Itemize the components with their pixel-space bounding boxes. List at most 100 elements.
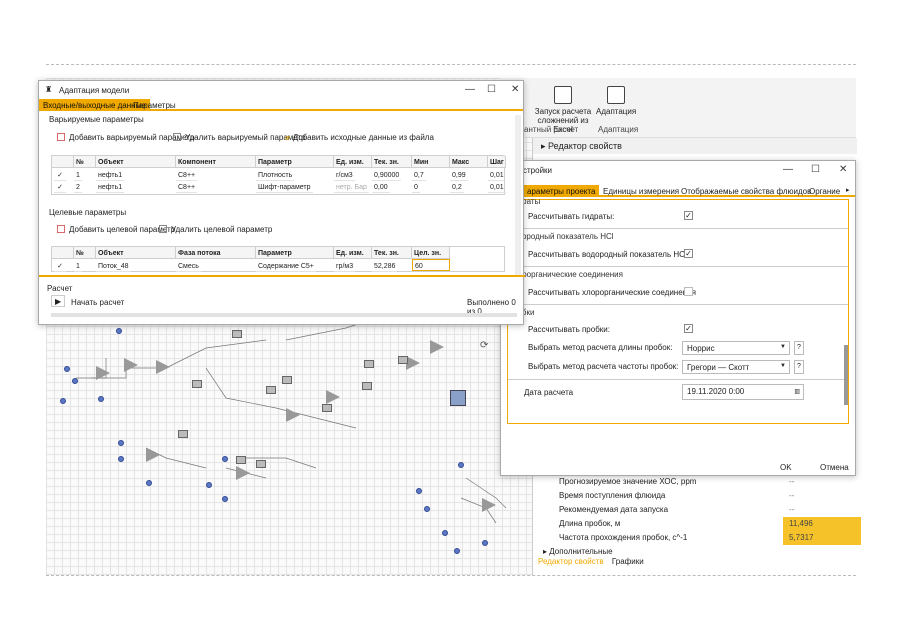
varied-group-title: Варьируемые параметры [49,115,144,124]
source-node[interactable] [64,366,70,372]
source-node[interactable] [482,540,488,546]
minimize-icon[interactable]: — [465,84,475,95]
scrollbar[interactable] [515,115,521,275]
mixer-block[interactable] [156,360,170,374]
pipe-block[interactable] [282,376,292,384]
source-node[interactable] [118,440,124,446]
add-target-button[interactable]: Добавить целевой параметр [57,225,175,234]
close-icon[interactable]: ✕ [511,84,519,95]
adaptation-button[interactable]: Адаптация [596,86,636,116]
freq-method-select[interactable]: Грегори — Скотт ▼ [682,360,790,374]
pipe-block[interactable] [192,380,202,388]
calc-org-checkbox[interactable] [684,287,693,296]
mixer-block[interactable] [124,358,138,372]
chevron-down-icon: ▼ [780,363,786,369]
tab-units[interactable]: Единицы измерения [599,185,683,197]
minimize-icon[interactable]: — [783,164,793,175]
source-node[interactable] [222,456,228,462]
property-editor-title: ▸ Редактор свойств [533,138,857,154]
calc-date-input[interactable]: 19.11.2020 0:00 ▥ [682,384,804,400]
settings-content: идраты Рассчитывать гидраты: ✓ одородный… [507,197,849,424]
property-row[interactable]: Прогнозируемое значение ХОС, ppm -- [541,475,851,489]
source-node[interactable] [98,396,104,402]
source-node[interactable] [72,378,78,384]
maximize-icon[interactable]: ☐ [487,84,496,95]
mixer-block[interactable] [146,448,160,462]
len-method-select[interactable]: Норрис ▼ [682,341,790,355]
pipe-block[interactable] [398,356,408,364]
tab-more[interactable]: Органие [805,185,844,197]
attach-icon: ⌀ [285,133,290,142]
mixer-block[interactable] [482,498,496,512]
adaptation-dialog: ♜ Адаптация модели — ☐ ✕ Входные/выходны… [38,80,525,325]
row-checkbox[interactable]: ✓ [54,169,66,181]
target-group-title: Целевые параметры [49,208,127,217]
target-table: № Объект Фаза потока Параметр Ед. изм. Т… [51,246,505,272]
pipe-block[interactable] [364,360,374,368]
ok-button[interactable]: OK [780,463,792,472]
property-row[interactable]: Рекомендуемая дата запуска -- [541,503,851,517]
calc-org-label: Рассчитывать хлорорганические соединения [528,288,696,297]
calc-hydrates-label: Рассчитывать гидраты: [528,212,615,221]
row-checkbox[interactable]: ✓ [54,181,66,193]
mixer-block[interactable] [430,340,444,354]
source-node[interactable] [454,548,460,554]
cancel-button[interactable]: Отмена [820,463,849,472]
source-node[interactable] [442,530,448,536]
mixer-block[interactable] [406,356,420,370]
settings-dialog: стройки — ☐ ✕ араметры проекта Единицы и… [500,160,856,476]
source-node[interactable] [222,496,228,502]
property-row[interactable]: Частота прохождения пробок, с^-1 5,7317 [541,531,861,545]
divider [508,379,848,380]
mixer-block[interactable] [236,466,250,480]
maximize-icon[interactable]: ☐ [811,164,820,175]
scrollbar[interactable] [844,345,848,405]
pipe-block[interactable] [232,330,242,338]
delete-target-button[interactable]: Удалить целевой параметр [159,225,272,234]
selected-block[interactable] [450,390,466,406]
play-button[interactable]: ▶ [51,295,65,307]
tab-fluid-props[interactable]: Отображаемые свойства флюидов [677,185,815,197]
scroll-right-icon[interactable]: ▸ [846,186,850,194]
pipe-block[interactable] [178,430,188,438]
tab-project-params[interactable]: араметры проекта [523,185,600,197]
property-row[interactable]: Длина пробок, м 11,496 [541,517,861,531]
settings-tabs: араметры проекта Единицы измерения Отобр… [501,185,855,197]
calc-hcl-checkbox[interactable]: ✓ [684,249,693,258]
source-node[interactable] [118,456,124,462]
add-from-file-button[interactable]: ⌀ Добавить исходные данные из файла [285,133,434,142]
refresh-icon[interactable]: ⟳ [480,340,488,351]
calc-hydrates-checkbox[interactable]: ✓ [684,211,693,220]
mixer-block[interactable] [326,390,340,404]
tab-property-editor[interactable]: Редактор свойств [538,557,604,566]
row-checkbox[interactable]: ✓ [54,260,66,272]
source-node[interactable] [116,328,122,334]
source-node[interactable] [146,480,152,486]
len-method-help-button[interactable]: ? [794,341,804,355]
calc-plugs-checkbox[interactable]: ✓ [684,324,693,333]
source-node[interactable] [458,462,464,468]
pipe-block[interactable] [322,404,332,412]
pipe-block[interactable] [362,382,372,390]
source-node[interactable] [416,488,422,494]
property-row[interactable]: Время поступления флюида -- [541,489,851,503]
source-node[interactable] [206,482,212,488]
tab-parameters[interactable]: Параметры [129,99,180,111]
source-node[interactable] [60,398,66,404]
pipe-block[interactable] [266,386,276,394]
calendar-icon: ▥ [794,389,800,395]
source-node[interactable] [424,506,430,512]
mixer-block[interactable] [96,366,110,380]
target-value-input[interactable]: 60 [412,259,450,271]
varied-table: № Объект Компонент Параметр Ед. изм. Тек… [51,155,506,195]
play-icon: ▶ [55,297,62,306]
ribbon: Запуск расчета сложнений из Excel Адапта… [500,78,856,138]
pipe-block[interactable] [236,456,246,464]
mixer-block[interactable] [286,408,300,422]
pipe-block[interactable] [256,460,266,468]
chevron-down-icon: ▼ [780,344,786,350]
add-icon [57,133,65,141]
freq-method-help-button[interactable]: ? [794,360,804,374]
tab-charts[interactable]: Графики [612,557,644,566]
close-icon[interactable]: ✕ [839,164,847,175]
